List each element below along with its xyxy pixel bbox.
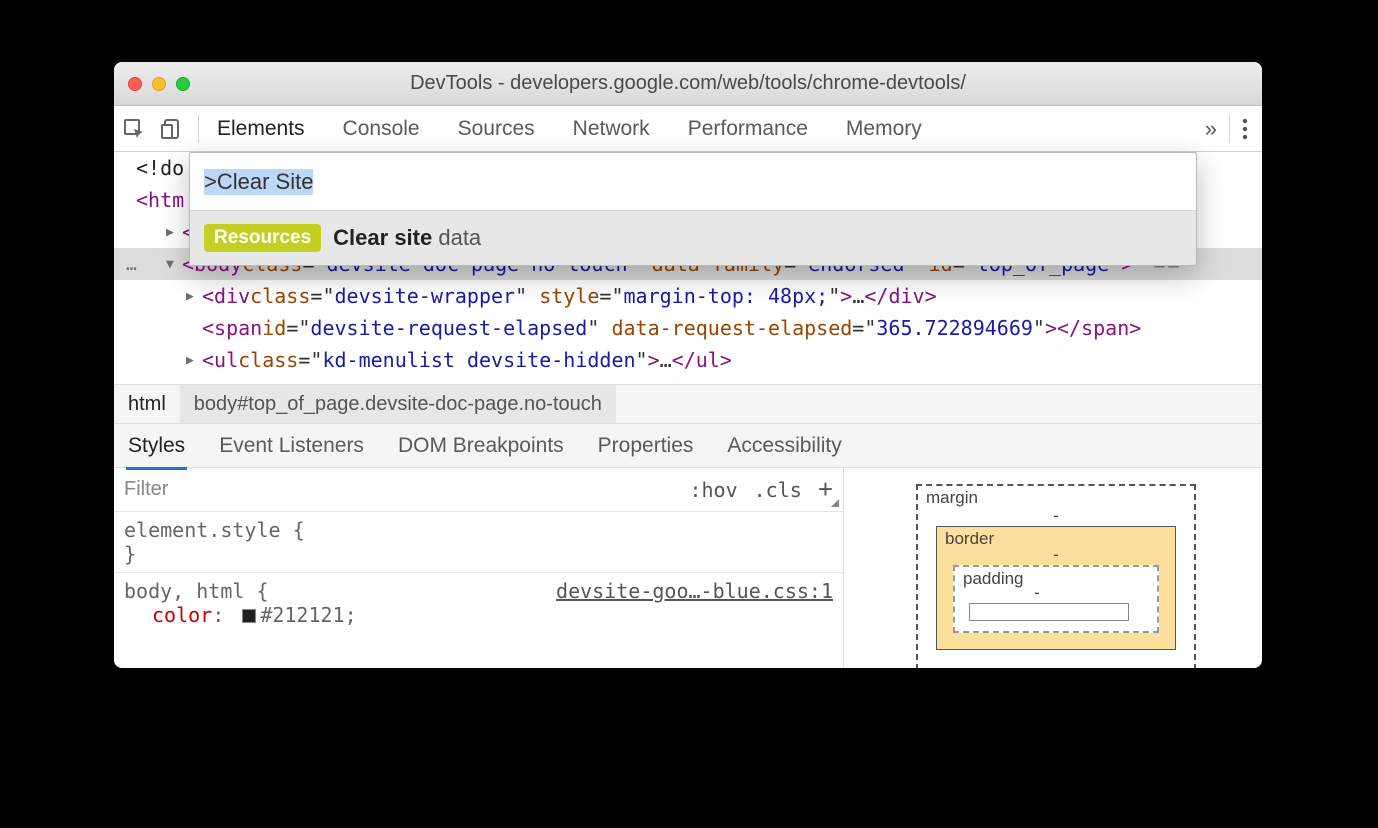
subtab-styles[interactable]: Styles [128, 434, 185, 458]
titlebar: DevTools - developers.google.com/web/too… [114, 62, 1262, 106]
color-swatch-icon[interactable] [242, 609, 256, 623]
device-toggle-icon[interactable] [160, 117, 184, 141]
command-suggestion[interactable]: Resources Clear site data [190, 211, 1196, 265]
styles-column: Filter :hov .cls + element.style { } dev… [114, 468, 844, 668]
command-input[interactable]: >Clear Site [190, 153, 1196, 211]
tab-memory[interactable]: Memory [846, 117, 922, 141]
dom-line: <!do [136, 156, 184, 180]
cls-toggle[interactable]: .cls [754, 478, 802, 502]
command-palette: >Clear Site Resources Clear site data [189, 152, 1197, 266]
dom-line: <htm [136, 188, 184, 212]
bm-margin-label: margin [926, 488, 978, 508]
minimize-icon[interactable] [152, 77, 166, 91]
styles-filter-input[interactable]: Filter [124, 478, 673, 501]
box-model: margin- border- padding- [844, 468, 1262, 668]
devtools-window: DevTools - developers.google.com/web/too… [114, 62, 1262, 668]
dom-row[interactable]: <span id="devsite-request-elapsed" data-… [114, 312, 1262, 344]
tab-network[interactable]: Network [573, 117, 650, 141]
zoom-icon[interactable] [176, 77, 190, 91]
styles-body[interactable]: element.style { } devsite-goo…-blue.css:… [114, 512, 843, 668]
crumb-body[interactable]: body#top_of_page.devsite-doc-page.no-tou… [180, 385, 616, 423]
subtab-accessibility[interactable]: Accessibility [727, 434, 841, 458]
hov-toggle[interactable]: :hov [689, 478, 737, 502]
lower-pane: Filter :hov .cls + element.style { } dev… [114, 468, 1262, 668]
css-prop-value[interactable]: #212121 [260, 603, 344, 627]
tab-bar: Elements Console Sources Network Perform… [114, 106, 1262, 152]
bm-border-label: border [945, 529, 994, 549]
subtab-properties[interactable]: Properties [598, 434, 694, 458]
tab-performance[interactable]: Performance [688, 117, 808, 141]
subtab-dom-breakpoints[interactable]: DOM Breakpoints [398, 434, 564, 458]
close-icon[interactable] [128, 77, 142, 91]
subtab-event-listeners[interactable]: Event Listeners [219, 434, 364, 458]
element-style-open: element.style { [124, 518, 833, 542]
bm-padding[interactable]: padding- [953, 565, 1159, 633]
css-prop-name[interactable]: color [152, 603, 212, 627]
divider [1229, 115, 1230, 143]
suggestion-category-badge: Resources [204, 224, 321, 252]
traffic-lights [128, 77, 190, 91]
dom-row[interactable]: ▶<ul class="kd-menulist devsite-hidden">… [114, 344, 1262, 376]
styles-subtabs: Styles Event Listeners DOM Breakpoints P… [114, 424, 1262, 468]
window-title: DevTools - developers.google.com/web/too… [114, 72, 1262, 95]
bm-padding-label: padding [963, 569, 1024, 589]
styles-filter-row: Filter :hov .cls + [114, 468, 843, 512]
kebab-menu-icon[interactable] [1236, 118, 1254, 140]
panel-tabs: Elements Console Sources Network Perform… [217, 117, 1187, 141]
tab-console[interactable]: Console [343, 117, 420, 141]
expand-icon[interactable]: ▶ [186, 289, 198, 304]
brace-close: } [124, 542, 833, 566]
gutter-dots: … [126, 254, 160, 275]
collapse-icon[interactable]: ▼ [166, 257, 178, 272]
inspect-icon[interactable] [122, 117, 146, 141]
new-style-rule-icon[interactable]: + [818, 474, 833, 505]
dom-row[interactable]: ▶<div class="devsite-wrapper" style="mar… [114, 280, 1262, 312]
rule-selector[interactable]: body, html { [124, 579, 269, 603]
bm-content[interactable] [969, 603, 1129, 621]
source-link[interactable]: devsite-goo…-blue.css:1 [556, 579, 833, 603]
expand-icon[interactable]: ▶ [166, 225, 178, 240]
bm-margin[interactable]: margin- border- padding- [916, 484, 1196, 668]
crumb-html[interactable]: html [114, 385, 180, 423]
tab-elements[interactable]: Elements [217, 117, 305, 141]
divider [198, 115, 199, 143]
tab-sources[interactable]: Sources [458, 117, 535, 141]
tabs-overflow-icon[interactable]: » [1205, 116, 1217, 142]
bm-border[interactable]: border- padding- [936, 526, 1176, 650]
breadcrumb: html body#top_of_page.devsite-doc-page.n… [114, 384, 1262, 424]
expand-icon[interactable]: ▶ [186, 353, 198, 368]
